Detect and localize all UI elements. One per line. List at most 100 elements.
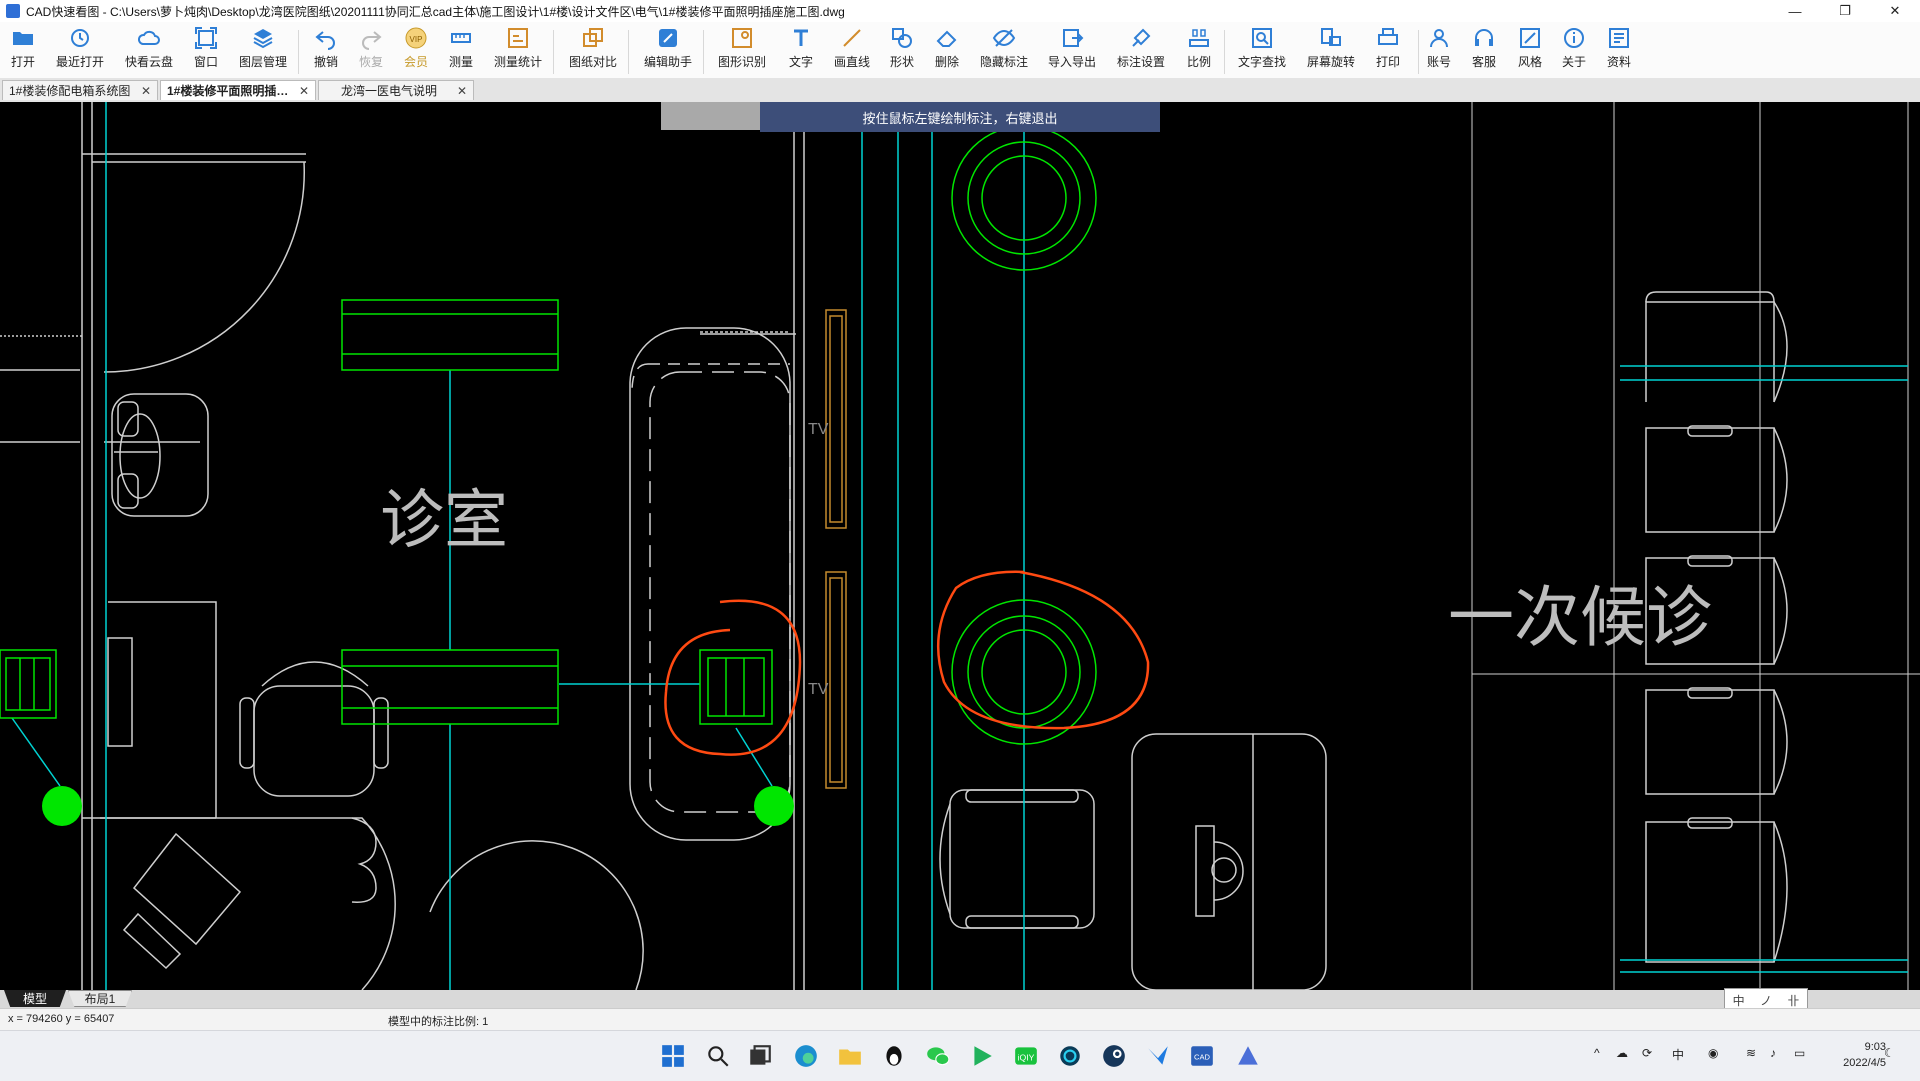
penguin-icon (886, 1046, 902, 1066)
cad-drawing[interactable]: TV TV 诊室 一次候诊 (0, 102, 1920, 990)
open-button[interactable]: 打开 (0, 26, 49, 76)
video-app[interactable] (966, 1040, 998, 1072)
measure-button[interactable]: 测量 (435, 26, 487, 76)
hide-annotation-button[interactable]: 隐藏标注 (978, 26, 1030, 76)
measure-stats-icon (508, 28, 528, 48)
eraser-icon (936, 30, 957, 47)
svg-text:VIP: VIP (410, 35, 423, 44)
recent-button[interactable]: 最近打开 (54, 26, 106, 76)
app-icon (6, 4, 20, 18)
cloud-button[interactable]: 快看云盘 (123, 26, 175, 76)
tv-label: TV (808, 421, 829, 438)
hint-banner: 按住鼠标左键绘制标注，右键退出 (760, 102, 1160, 132)
close-button[interactable]: ✕ (1870, 0, 1920, 22)
doc-tab-active[interactable]: 1#楼装修平面照明插… ✕ (160, 80, 316, 100)
window-button[interactable]: 窗口 (180, 26, 232, 76)
shape-recognition-icon (732, 28, 752, 48)
minimize-button[interactable]: — (1770, 0, 1820, 22)
status-bar: x = 794260 y = 65407 模型中的标注比例: 1 (0, 1008, 1920, 1031)
wechat-icon (927, 1047, 950, 1066)
tab-model[interactable]: 模型 (4, 990, 66, 1007)
tray-overflow-icon[interactable]: ^ (1594, 1046, 1600, 1060)
start-button[interactable] (657, 1040, 689, 1072)
annotation-settings-button[interactable]: 标注设置 (1115, 26, 1167, 76)
ring-icon (1060, 1046, 1080, 1066)
media-app[interactable] (1054, 1040, 1086, 1072)
doc-tab[interactable]: 1#楼装修配电箱系统图 ✕ (2, 80, 158, 100)
wifi-icon[interactable]: ≋ (1746, 1046, 1756, 1060)
window-icon (195, 27, 217, 49)
text-search-button[interactable]: 文字查找 (1236, 26, 1288, 76)
doc-tab[interactable]: 龙湾一医电气说明 ✕ (318, 80, 474, 100)
room-label-waiting: 一次候诊 (1448, 579, 1712, 656)
drawing-canvas[interactable]: TV TV 诊室 一次候诊 按住鼠标左键绘制标注，右键退出 (0, 102, 1920, 990)
cad-app[interactable]: CAD (1186, 1040, 1218, 1072)
vip-icon: VIP (405, 27, 427, 49)
iqiyi-app[interactable]: iQIY (1010, 1040, 1042, 1072)
ime-moon[interactable]: ノ (1760, 992, 1772, 1009)
layers-button[interactable]: 图层管理 (237, 26, 289, 76)
explorer-app[interactable] (834, 1040, 866, 1072)
style-icon (1520, 28, 1540, 48)
ime-width[interactable]: 卝 (1787, 992, 1799, 1009)
restore-button[interactable]: ❐ (1820, 0, 1870, 22)
eye-off-icon (992, 29, 1016, 47)
print-button[interactable]: 打印 (1362, 26, 1414, 76)
cloud-icon (137, 30, 160, 45)
close-tab-icon[interactable]: ✕ (141, 84, 151, 98)
scale-icon (1189, 29, 1209, 47)
svg-text:iQIY: iQIY (1018, 1052, 1035, 1062)
title-bar: CAD快速看图 - C:\Users\萝卜炖肉\Desktop\龙湾医院图纸\2… (0, 0, 1920, 22)
ime-mode[interactable]: 中 (1733, 992, 1745, 1009)
bird-icon (1148, 1046, 1168, 1065)
wechat-app[interactable] (922, 1040, 954, 1072)
close-tab-icon[interactable]: ✕ (299, 84, 309, 98)
delete-button[interactable]: 删除 (921, 26, 973, 76)
compare-button[interactable]: 图纸对比 (567, 26, 619, 76)
svg-text:CAD: CAD (1194, 1052, 1211, 1061)
shape-recognition-button[interactable]: 图形识别 (716, 26, 768, 76)
edit-assistant-button[interactable]: 编辑助手 (642, 26, 694, 76)
folder-icon (13, 32, 33, 45)
line-button[interactable]: 画直线 (826, 26, 878, 76)
search-icon (708, 1046, 729, 1067)
onedrive-icon[interactable]: ☁ (1616, 1046, 1628, 1060)
qq-tray-icon[interactable]: ◉ (1708, 1046, 1718, 1060)
battery-icon[interactable]: ▭ (1794, 1046, 1805, 1060)
play-icon (974, 1046, 992, 1066)
screen-rotate-button[interactable]: 屏幕旋转 (1305, 26, 1357, 76)
scale-button[interactable]: 比例 (1173, 26, 1225, 76)
shape-icon (892, 28, 912, 48)
close-tab-icon[interactable]: ✕ (457, 84, 467, 98)
task-view-button[interactable] (744, 1040, 776, 1072)
taskbar: iQIY CAD ^ ☁ ⟳ 中 ◉ ≋ ♪ ▭ 9:03 2022/4/5 ☾ (0, 1030, 1920, 1081)
cursor-coordinates: x = 794260 y = 65407 (8, 1013, 115, 1025)
sync-icon[interactable]: ⟳ (1642, 1046, 1652, 1060)
triangle-icon (1238, 1046, 1258, 1065)
volume-icon[interactable]: ♪ (1770, 1046, 1776, 1060)
tab-layout1[interactable]: 布局1 (68, 990, 132, 1007)
focus-moon-icon[interactable]: ☾ (1884, 1046, 1895, 1060)
feishu-app[interactable] (1142, 1040, 1174, 1072)
edge-app[interactable] (790, 1040, 822, 1072)
qq-app[interactable] (878, 1040, 910, 1072)
text-button[interactable]: 文字 (775, 26, 827, 76)
compare-icon (583, 28, 603, 47)
app-a[interactable] (1232, 1040, 1264, 1072)
edge-icon (795, 1045, 817, 1067)
steam-app[interactable] (1098, 1040, 1130, 1072)
headset-icon (1475, 29, 1493, 46)
resources-button[interactable]: 资料 (1593, 26, 1645, 76)
ruler-icon (451, 33, 471, 43)
measure-stats-button[interactable]: 测量统计 (492, 26, 544, 76)
edit-assistant-icon (659, 29, 677, 47)
ime-indicator[interactable]: 中 (1672, 1046, 1684, 1063)
support-button[interactable]: 客服 (1458, 26, 1510, 76)
windows-icon (662, 1045, 684, 1067)
undo-icon (315, 31, 335, 50)
text-icon (794, 29, 808, 46)
rotate-icon (1321, 28, 1341, 46)
clock[interactable]: 9:03 2022/4/5 (1843, 1039, 1886, 1071)
taskbar-search-button[interactable] (702, 1040, 734, 1072)
import-export-button[interactable]: 导入导出 (1046, 26, 1098, 76)
